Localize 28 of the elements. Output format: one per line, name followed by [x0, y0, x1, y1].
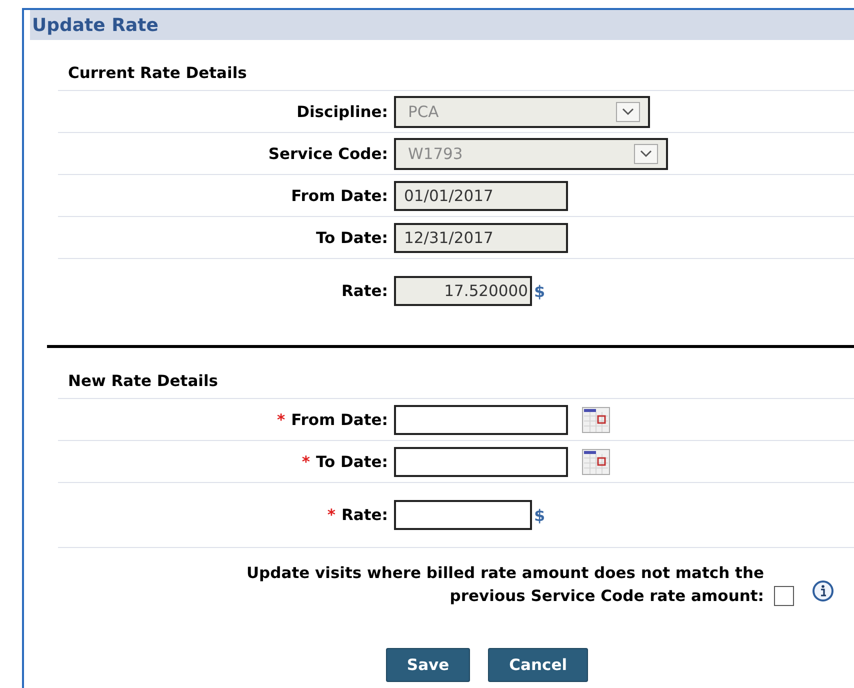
section-heading: Current Rate Details	[68, 64, 247, 82]
field-label: To Date:	[316, 452, 388, 470]
date-field[interactable]	[394, 446, 568, 476]
required-marker: *	[327, 506, 336, 524]
section-heading: New Rate Details	[68, 372, 218, 390]
field-label: Rate:	[341, 282, 388, 300]
field-label: Discipline:	[296, 102, 388, 120]
calendar-icon[interactable]	[582, 406, 610, 432]
option-label: Update visits where billed rate amount does not match the previous Service Code rate amount:	[246, 563, 764, 607]
field-label: Service Code:	[268, 144, 388, 162]
rate-field[interactable]	[394, 500, 532, 530]
field-label: From Date:	[291, 186, 388, 204]
required-marker: *	[277, 410, 286, 428]
field-label: To Date:	[316, 228, 388, 246]
caret-icon	[616, 102, 640, 122]
required-marker: *	[302, 452, 310, 470]
calendar-icon[interactable]	[582, 448, 610, 474]
currency-symbol: $	[534, 282, 546, 300]
checkbox[interactable]	[774, 586, 794, 606]
cancel-button[interactable]: Cancel	[488, 648, 588, 682]
field-label: Rate:	[341, 506, 388, 524]
currency-symbol: $	[534, 506, 546, 524]
panel-title: Update Rate	[31, 14, 158, 36]
field-label: From Date:	[291, 410, 388, 428]
info-icon[interactable]	[812, 580, 834, 602]
date-field[interactable]	[394, 404, 568, 434]
save-button[interactable]: Save	[386, 648, 470, 682]
caret-icon	[634, 144, 658, 164]
